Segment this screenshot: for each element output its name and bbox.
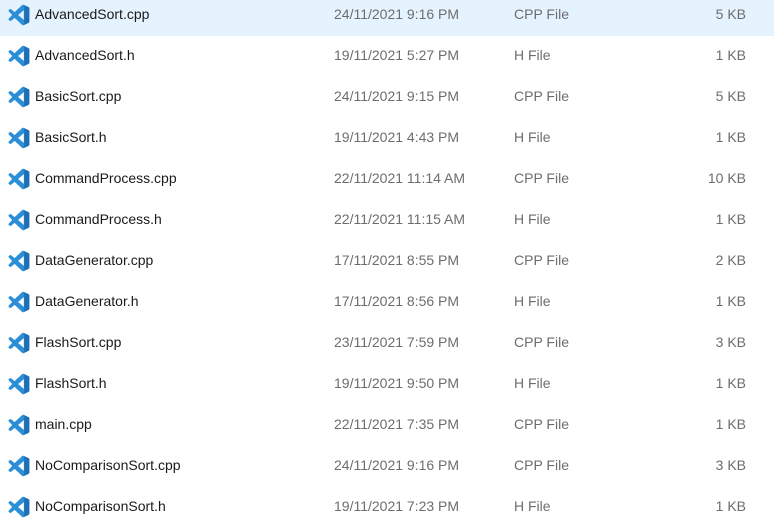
file-name: BasicSort.h <box>35 129 107 145</box>
file-row[interactable]: BasicSort.cpp 24/11/2021 9:15 PM CPP File 5… <box>0 77 774 118</box>
file-date-modified: 19/11/2021 5:27 PM <box>334 47 460 63</box>
file-date-modified: 24/11/2021 9:15 PM <box>334 88 460 104</box>
file-name: FlashSort.cpp <box>35 334 122 350</box>
file-name: DataGenerator.cpp <box>35 252 154 268</box>
file-name: main.cpp <box>35 416 92 432</box>
file-size: 1 KB <box>715 293 746 309</box>
file-name: CommandProcess.cpp <box>35 170 177 186</box>
file-size: 5 KB <box>715 6 746 22</box>
file-date-modified: 19/11/2021 9:50 PM <box>334 375 460 391</box>
vscode-file-icon <box>8 291 30 313</box>
file-type: CPP File <box>514 457 569 473</box>
file-row[interactable]: NoComparisonSort.cpp 24/11/2021 9:16 PM CP… <box>0 446 774 487</box>
file-row[interactable]: DataGenerator.h 17/11/2021 8:56 PM H File 1… <box>0 282 774 323</box>
file-date-modified: 17/11/2021 8:55 PM <box>334 252 460 268</box>
vscode-file-icon <box>8 127 30 149</box>
file-row[interactable]: AdvancedSort.h 19/11/2021 5:27 PM H File 1 … <box>0 36 774 77</box>
file-row[interactable]: BasicSort.h 19/11/2021 4:43 PM H File 1 KB <box>0 118 774 159</box>
file-row[interactable]: main.cpp 22/11/2021 7:35 PM CPP File 1 KB <box>0 405 774 446</box>
vscode-file-icon <box>8 250 30 272</box>
file-row[interactable]: FlashSort.h 19/11/2021 9:50 PM H File 1 KB <box>0 364 774 405</box>
file-type: H File <box>514 293 551 309</box>
file-size: 1 KB <box>715 129 746 145</box>
file-size: 1 KB <box>715 47 746 63</box>
vscode-file-icon <box>8 373 30 395</box>
file-type: CPP File <box>514 252 569 268</box>
vscode-file-icon <box>8 455 30 477</box>
file-date-modified: 24/11/2021 9:16 PM <box>334 6 460 22</box>
file-size: 10 KB <box>707 170 746 186</box>
file-row[interactable]: CommandProcess.h 22/11/2021 11:15 AM H Fil… <box>0 200 774 241</box>
file-type: H File <box>514 375 551 391</box>
file-row[interactable]: FlashSort.cpp 23/11/2021 7:59 PM CPP File 3… <box>0 323 774 364</box>
file-date-modified: 19/11/2021 4:43 PM <box>334 129 460 145</box>
file-type: CPP File <box>514 416 569 432</box>
file-type: CPP File <box>514 334 569 350</box>
vscode-file-icon <box>8 209 30 231</box>
file-size: 3 KB <box>715 334 746 350</box>
file-date-modified: 24/11/2021 9:16 PM <box>334 457 460 473</box>
file-row[interactable]: NoComparisonSort.h 19/11/2021 7:23 PM H Fi… <box>0 487 774 528</box>
file-date-modified: 22/11/2021 11:15 AM <box>334 211 466 227</box>
file-name: NoComparisonSort.h <box>35 498 166 514</box>
file-list: AdvancedSort.cpp 24/11/2021 9:16 PM CPP Fi… <box>0 0 774 532</box>
file-name: AdvancedSort.cpp <box>35 6 150 22</box>
file-row[interactable]: DataGenerator.cpp 17/11/2021 8:55 PM CPP F… <box>0 241 774 282</box>
file-date-modified: 22/11/2021 11:14 AM <box>334 170 466 186</box>
file-size: 2 KB <box>715 252 746 268</box>
file-type: H File <box>514 498 551 514</box>
file-type: CPP File <box>514 88 569 104</box>
file-type: CPP File <box>514 6 569 22</box>
file-size: 1 KB <box>715 211 746 227</box>
file-name: FlashSort.h <box>35 375 107 391</box>
file-size: 3 KB <box>715 457 746 473</box>
file-type: H File <box>514 211 551 227</box>
file-row[interactable]: CommandProcess.cpp 22/11/2021 11:14 AM CPP… <box>0 159 774 200</box>
file-size: 1 KB <box>715 498 746 514</box>
vscode-file-icon <box>8 496 30 518</box>
file-name: DataGenerator.h <box>35 293 139 309</box>
file-row[interactable]: AdvancedSort.cpp 24/11/2021 9:16 PM CPP Fi… <box>0 0 774 36</box>
file-name: BasicSort.cpp <box>35 88 122 104</box>
file-date-modified: 17/11/2021 8:56 PM <box>334 293 460 309</box>
vscode-file-icon <box>8 4 30 26</box>
file-size: 5 KB <box>715 88 746 104</box>
vscode-file-icon <box>8 168 30 190</box>
file-date-modified: 22/11/2021 7:35 PM <box>334 416 460 432</box>
file-size: 1 KB <box>715 375 746 391</box>
file-type: CPP File <box>514 170 569 186</box>
file-size: 1 KB <box>715 416 746 432</box>
vscode-file-icon <box>8 86 30 108</box>
vscode-file-icon <box>8 414 30 436</box>
file-type: H File <box>514 129 551 145</box>
vscode-file-icon <box>8 45 30 67</box>
file-name: CommandProcess.h <box>35 211 162 227</box>
file-name: NoComparisonSort.cpp <box>35 457 181 473</box>
file-date-modified: 23/11/2021 7:59 PM <box>334 334 460 350</box>
file-name: AdvancedSort.h <box>35 47 135 63</box>
file-date-modified: 19/11/2021 7:23 PM <box>334 498 460 514</box>
file-type: H File <box>514 47 551 63</box>
vscode-file-icon <box>8 332 30 354</box>
